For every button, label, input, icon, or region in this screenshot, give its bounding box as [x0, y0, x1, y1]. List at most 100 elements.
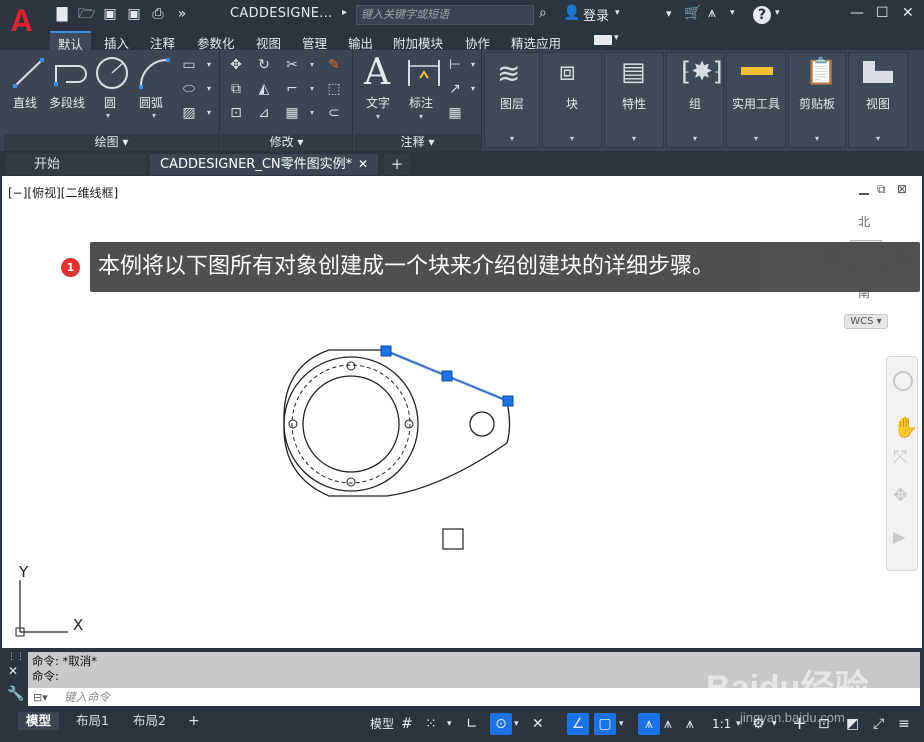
- plot-icon[interactable]: ⎙: [150, 6, 166, 22]
- exchange-caret-icon[interactable]: ▾: [666, 7, 672, 20]
- close-icon[interactable]: ✕: [902, 5, 914, 21]
- hatch-caret-icon[interactable]: ▾: [200, 104, 218, 122]
- command-grip-icon[interactable]: ⋮⋮: [7, 652, 25, 662]
- snap-icon[interactable]: ⁙: [425, 713, 437, 735]
- text-caret-icon[interactable]: ▾: [376, 112, 380, 121]
- dimension-icon[interactable]: [406, 56, 442, 90]
- command-customize-icon[interactable]: 🔧: [7, 686, 24, 702]
- stretch-icon[interactable]: ⊡: [227, 104, 245, 122]
- drawing-viewport[interactable]: [−][俯视][二维线框] ⧉ ⊠ 北 东 南 西 WCS ▾ ✋ ⤧ ✥ ▶: [0, 176, 924, 648]
- tab-layout2[interactable]: 布局2: [133, 712, 166, 730]
- open-folder-icon[interactable]: 🗁: [78, 6, 95, 22]
- command-close-icon[interactable]: ✕: [8, 664, 18, 678]
- model-space-button[interactable]: 模型: [370, 713, 394, 735]
- rectangle-icon[interactable]: ▭: [180, 56, 198, 74]
- arc-caret-icon[interactable]: ▾: [152, 111, 156, 120]
- erase-icon[interactable]: ✎: [325, 56, 343, 74]
- osnap-caret-icon[interactable]: ▾: [619, 713, 624, 735]
- fillet-icon[interactable]: ⌐: [283, 80, 301, 98]
- modify-panel-title[interactable]: 修改 ▾: [221, 134, 352, 151]
- properties-button[interactable]: ▤ 特性 ▾: [604, 52, 664, 148]
- object-snap-tracking-icon[interactable]: ∠: [567, 713, 589, 735]
- help-caret-icon[interactable]: ▾: [775, 8, 780, 18]
- clipboard-button[interactable]: 📋 剪贴板 ▾: [788, 52, 846, 148]
- polyline-button[interactable]: 多段线: [49, 94, 85, 111]
- scale-icon[interactable]: ⊿: [255, 104, 273, 122]
- move-icon[interactable]: ✥: [227, 56, 245, 74]
- linear-dim-icon[interactable]: ⊢: [446, 56, 464, 74]
- layers-button[interactable]: ≋ 图层 ▾: [484, 52, 540, 148]
- draw-panel-title[interactable]: 绘图 ▾: [4, 134, 219, 151]
- array-caret-icon[interactable]: ▾: [303, 104, 321, 122]
- mirror-icon[interactable]: ◭: [255, 80, 273, 98]
- utilities-button[interactable]: 实用工具 ▾: [726, 52, 786, 148]
- more-tools-icon[interactable]: »: [174, 6, 190, 22]
- ribbon-minimize-caret-icon[interactable]: ▾: [614, 33, 619, 43]
- dimension-button[interactable]: 标注: [409, 94, 433, 111]
- dimension-caret-icon[interactable]: ▾: [419, 112, 423, 121]
- table-icon[interactable]: ▦: [446, 104, 464, 122]
- object-snap-icon[interactable]: ▢: [594, 713, 616, 735]
- autodesk-app-icon[interactable]: ⩚: [708, 5, 716, 21]
- polar-tracking-icon[interactable]: ⊙: [490, 713, 512, 735]
- fillet-caret-icon[interactable]: ▾: [303, 80, 321, 98]
- grid-icon[interactable]: #: [401, 713, 413, 735]
- linear-dim-caret-icon[interactable]: ▾: [464, 56, 482, 74]
- ellipse-caret-icon[interactable]: ▾: [200, 80, 218, 98]
- array-icon[interactable]: ▦: [283, 104, 301, 122]
- login-button[interactable]: 登录: [583, 5, 609, 24]
- line-button[interactable]: 直线: [13, 94, 37, 111]
- add-layout-icon[interactable]: +: [188, 712, 200, 730]
- cart-icon[interactable]: 🛒: [684, 5, 701, 21]
- explode-icon[interactable]: ⬚: [325, 80, 343, 98]
- app-caret-icon[interactable]: ▾: [730, 8, 735, 18]
- minimize-icon[interactable]: —: [850, 5, 864, 21]
- block-button[interactable]: ⧈ 块 ▾: [542, 52, 602, 148]
- polar-caret-icon[interactable]: ▾: [514, 713, 519, 735]
- search-icon[interactable]: ⌕: [539, 5, 547, 21]
- new-tab-icon[interactable]: +: [384, 154, 410, 175]
- ortho-icon[interactable]: ∟: [466, 713, 478, 735]
- circle-icon[interactable]: [94, 55, 130, 91]
- leader-caret-icon[interactable]: ▾: [464, 80, 482, 98]
- search-input[interactable]: 键入关键字或短语: [356, 5, 534, 25]
- annotation-visibility-icon[interactable]: ⩚: [638, 713, 660, 735]
- arc-button[interactable]: 圆弧: [139, 94, 163, 111]
- hatch-icon[interactable]: ▨: [180, 104, 198, 122]
- leader-icon[interactable]: ↗: [446, 80, 464, 98]
- snap-caret-icon[interactable]: ▾: [447, 713, 452, 735]
- login-caret-icon[interactable]: ▾: [615, 8, 620, 18]
- trim-icon[interactable]: ✂: [283, 56, 301, 74]
- annotation-scale-icon[interactable]: ⩚: [686, 713, 694, 735]
- isodraft-icon[interactable]: ✕: [532, 713, 544, 735]
- line-icon[interactable]: [12, 56, 46, 90]
- group-button[interactable]: ⁅✸⁆ 组 ▾: [666, 52, 724, 148]
- tab-layout1[interactable]: 布局1: [76, 712, 109, 730]
- save-icon[interactable]: ▣: [102, 6, 118, 22]
- tab-document[interactable]: CADDESIGNER_CN零件图实例* ✕: [150, 154, 378, 175]
- copy-icon[interactable]: ⧉: [227, 80, 245, 98]
- save-as-icon[interactable]: ▣: [126, 6, 142, 22]
- rectangle-caret-icon[interactable]: ▾: [200, 56, 218, 74]
- circle-button[interactable]: 圆: [104, 94, 116, 111]
- arc-icon[interactable]: [136, 55, 172, 91]
- auto-scale-icon[interactable]: ⩚: [664, 713, 672, 735]
- new-file-icon[interactable]: ▇: [54, 6, 70, 22]
- polyline-icon[interactable]: [52, 56, 90, 90]
- text-button[interactable]: 文字: [366, 94, 390, 111]
- rotate-icon[interactable]: ↻: [255, 56, 273, 74]
- tab-model[interactable]: 模型: [18, 712, 60, 730]
- close-tab-icon[interactable]: ✕: [358, 154, 368, 175]
- text-icon[interactable]: A: [364, 52, 390, 93]
- offset-icon[interactable]: ⊂: [325, 104, 343, 122]
- tab-start[interactable]: 开始: [6, 154, 146, 175]
- user-icon[interactable]: 👤: [563, 5, 580, 21]
- circle-caret-icon[interactable]: ▾: [106, 111, 110, 120]
- help-icon[interactable]: ?: [753, 6, 771, 24]
- trim-caret-icon[interactable]: ▾: [303, 56, 321, 74]
- ellipse-icon[interactable]: ⬭: [180, 80, 198, 98]
- ribbon-minimize-icon[interactable]: [594, 35, 612, 45]
- view-button[interactable]: 视图 ▾: [848, 52, 908, 148]
- title-expand-icon[interactable]: ▸: [342, 7, 347, 18]
- command-prompt-icon[interactable]: ⊟▾: [33, 691, 48, 704]
